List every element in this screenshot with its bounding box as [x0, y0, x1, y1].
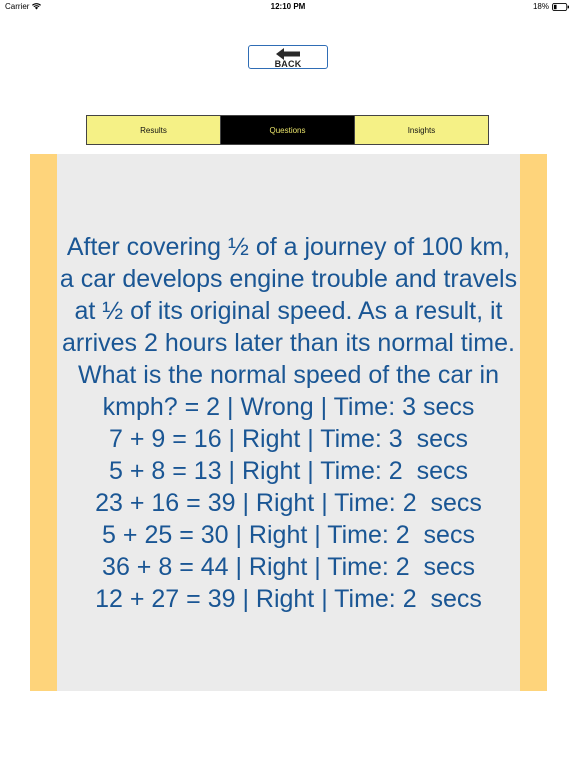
status-time: 12:10 PM — [270, 2, 306, 11]
battery-icon — [552, 2, 569, 11]
tab-insights[interactable]: Insights — [354, 116, 488, 144]
question-entry: 7 + 9 = 16 | Right | Time: 3 secs — [109, 424, 468, 453]
question-entry: 36 + 8 = 44 | Right | Time: 2 secs — [102, 552, 475, 581]
question-entry: 5 + 8 = 13 | Right | Time: 2 secs — [109, 456, 468, 485]
battery-percent: 18% — [532, 2, 549, 11]
back-label: BACK — [274, 59, 302, 69]
question-entry: 12 + 27 = 39 | Right | Time: 2 secs — [95, 584, 482, 613]
questions-panel: After covering ½ of a journey of 100 km,… — [30, 154, 547, 691]
status-bar: Carrier 12:10 PM 18% — [0, 0, 576, 13]
status-right: 18% — [533, 2, 570, 11]
question-entry: After covering ½ of a journey of 100 km,… — [59, 232, 525, 421]
tab-questions[interactable]: Questions — [220, 116, 354, 144]
questions-panel-content[interactable]: After covering ½ of a journey of 100 km,… — [57, 154, 520, 691]
questions-list: After covering ½ of a journey of 100 km,… — [57, 231, 520, 615]
tab-results[interactable]: Results — [87, 116, 220, 144]
back-button[interactable]: BACK — [248, 45, 328, 69]
question-entry: 5 + 25 = 30 | Right | Time: 2 secs — [102, 520, 475, 549]
question-entry: 23 + 16 = 39 | Right | Time: 2 secs — [95, 488, 482, 517]
tab-bar: Results Questions Insights — [86, 115, 489, 145]
